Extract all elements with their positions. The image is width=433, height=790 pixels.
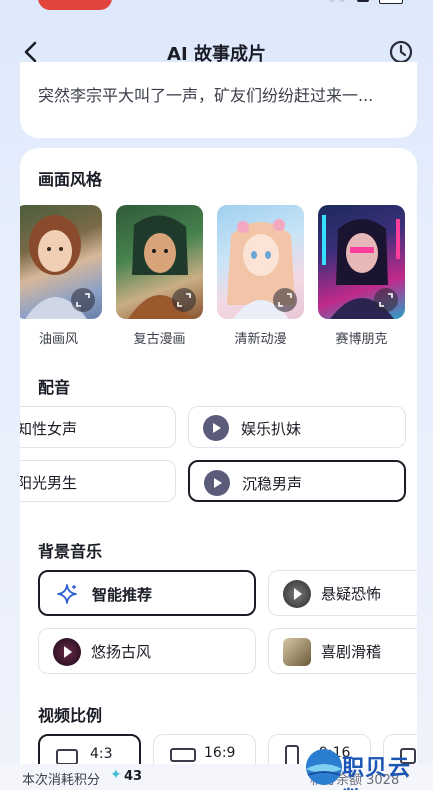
voice-option-selected[interactable]: 沉稳男声 — [188, 460, 406, 502]
style-label-oil: 油画风 — [38, 332, 78, 347]
watermark-text: 职贝云数 — [342, 756, 412, 790]
music-section-title: 背景音乐 — [38, 542, 103, 561]
music-cover-thumb — [283, 638, 311, 666]
music-cover-thumb — [53, 638, 81, 666]
play-icon[interactable] — [204, 470, 230, 496]
sparkle-icon — [57, 584, 77, 604]
voice-section-title: 配音 — [38, 378, 71, 397]
style-thumb-oil[interactable] — [20, 205, 102, 319]
play-icon[interactable] — [64, 646, 72, 658]
settings-card: 画面风格 油画风 复古漫画 清新动漫 赛博朋克 配音 知性女声 娱乐扒妹 阳光男… — [20, 148, 417, 790]
expand-icon[interactable] — [374, 288, 398, 312]
expand-icon[interactable] — [172, 288, 196, 312]
style-section-title: 画面风格 — [38, 170, 103, 189]
style-thumb-retro-comic[interactable] — [116, 205, 203, 319]
music-option-label: 喜剧滑稽 — [321, 643, 382, 661]
music-option[interactable]: 喜剧滑稽 — [268, 628, 417, 674]
style-label-retro-comic: 复古漫画 — [133, 332, 186, 347]
ratio-option-label: 16:9 — [204, 745, 236, 761]
music-option[interactable]: 悠扬古风 — [38, 628, 256, 674]
voice-option[interactable]: 娱乐扒妹 — [188, 406, 406, 448]
story-card[interactable]: 突然李宗平大叫了一声，矿友们纷纷赶过来一... — [20, 62, 417, 138]
ratio-shape-icon — [56, 749, 78, 765]
status-recording-pill — [38, 0, 112, 10]
cost-value: 43 — [124, 769, 143, 784]
music-option-selected[interactable]: 智能推荐 — [38, 570, 256, 616]
voice-option[interactable]: 阳光男生 — [20, 460, 176, 502]
voice-option-label: 娱乐扒妹 — [241, 420, 302, 438]
play-icon[interactable] — [294, 588, 302, 600]
style-thumb-cyberpunk[interactable] — [318, 205, 405, 319]
music-option-label: 智能推荐 — [92, 586, 153, 604]
story-text: 突然李宗平大叫了一声，矿友们纷纷赶过来一... — [38, 86, 374, 105]
voice-option-label: 沉稳男声 — [242, 475, 303, 493]
music-option-label: 悠扬古风 — [91, 643, 152, 661]
status-icons — [327, 0, 407, 6]
cost-label: 本次消耗积分 — [22, 773, 101, 788]
style-label-cyberpunk: 赛博朋克 — [335, 332, 388, 347]
expand-icon[interactable] — [71, 288, 95, 312]
expand-icon[interactable] — [273, 288, 297, 312]
style-thumb-fresh-anime[interactable] — [217, 205, 304, 319]
ratio-option-label: 4:3 — [90, 746, 113, 762]
voice-option-label: 知性女声 — [20, 420, 78, 438]
ratio-shape-icon — [170, 748, 196, 762]
globe-logo-icon — [306, 749, 342, 785]
style-label-fresh-anime: 清新动漫 — [234, 332, 287, 347]
sparkle-icon: ✦ — [110, 767, 122, 783]
voice-option[interactable]: 知性女声 — [20, 406, 176, 448]
music-option[interactable]: 悬疑恐怖 — [268, 570, 417, 616]
watermark-logo: 职贝云数 — [304, 745, 433, 790]
music-cover-thumb — [283, 580, 311, 608]
ratio-section-title: 视频比例 — [38, 706, 103, 725]
music-option-label: 悬疑恐怖 — [321, 585, 382, 603]
voice-option-label: 阳光男生 — [20, 474, 78, 492]
play-icon[interactable] — [203, 415, 229, 441]
